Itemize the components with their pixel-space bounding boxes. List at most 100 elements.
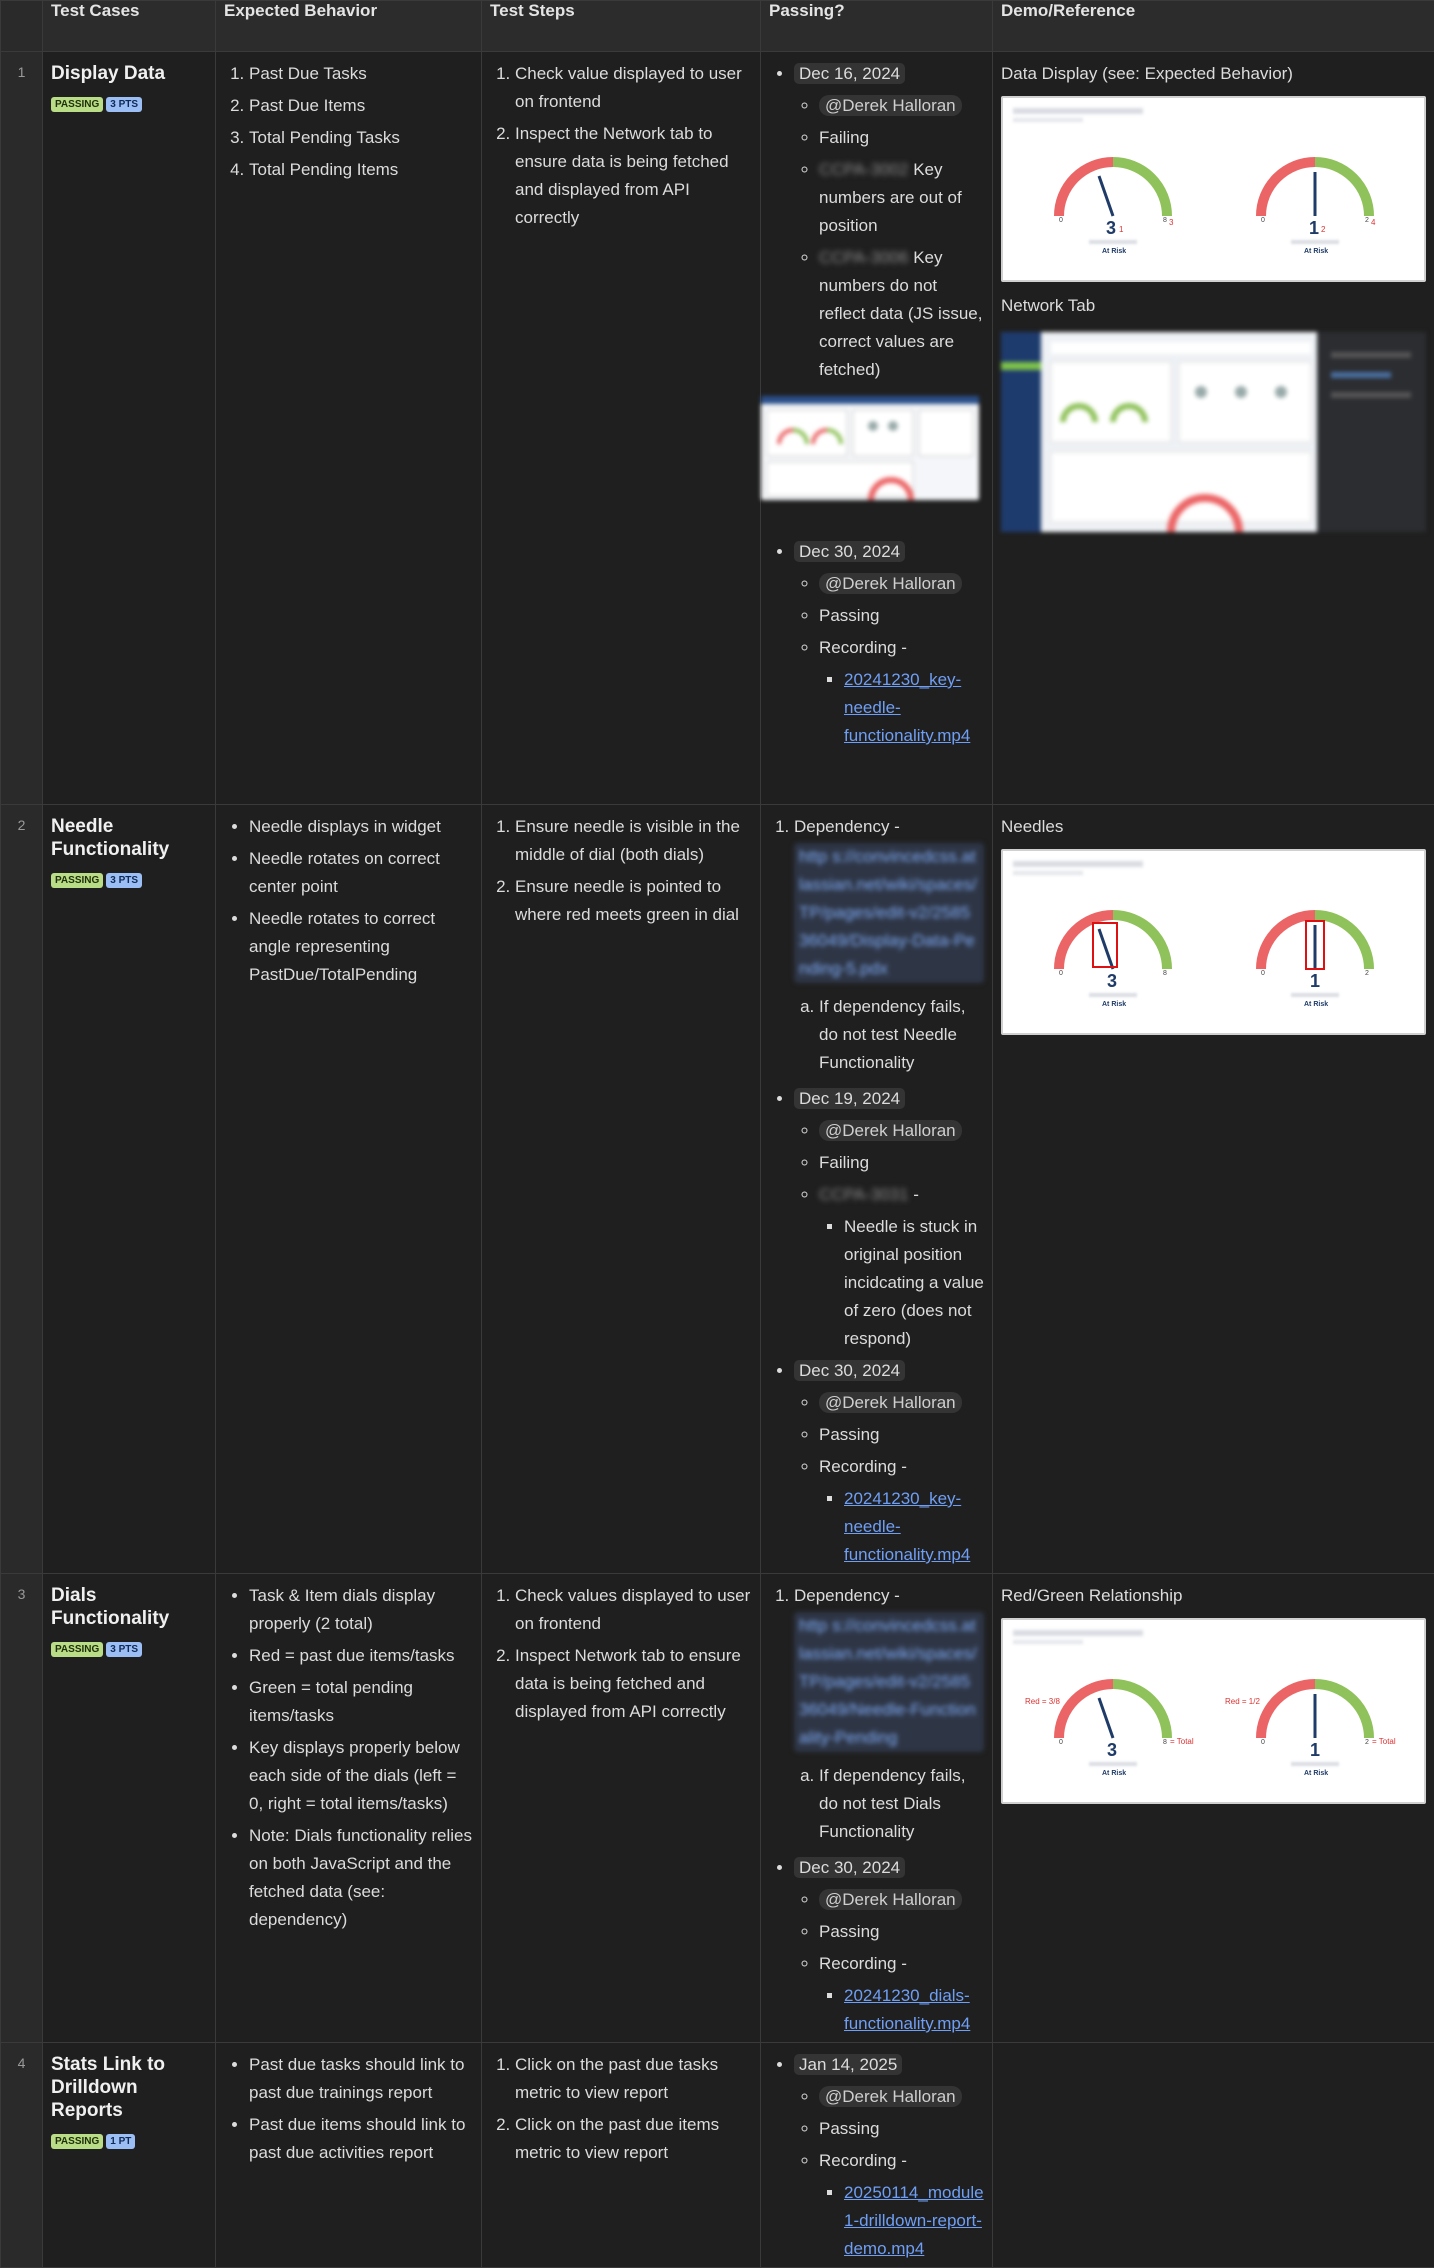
screenshot-thumbnail[interactable] — [761, 396, 979, 500]
gauge-left: 0 8 3 3 1 At Risk — [1059, 162, 1174, 255]
status-badge: PASSING — [51, 1642, 103, 1657]
list-item: Past Due Items — [249, 92, 473, 120]
header-expected-behavior[interactable]: Expected Behavior — [216, 1, 482, 52]
row-number: 4 — [1, 2043, 43, 2268]
gauge-right: 0 2 4 1 2 At Risk — [1261, 162, 1376, 255]
gauge-right: Red = 1/2 0 2 = Total 1 At Risk — [1225, 1684, 1396, 1777]
header-demo-reference[interactable]: Demo/Reference — [993, 1, 1434, 52]
gauge-min: 0 — [1261, 217, 1265, 224]
test-case-cell[interactable]: Stats Link to Drilldown Reports PASSING1… — [43, 2043, 216, 2268]
gauge-caption: At Risk — [1304, 1001, 1328, 1008]
issue-ref[interactable]: CCPA-3002 — [819, 156, 908, 184]
gauge-key: 2 — [1321, 225, 1326, 234]
passing-cell[interactable]: Dec 16, 2024 @Derek Halloran Failing CCP… — [761, 52, 993, 805]
list-item: Check value displayed to user on fronten… — [515, 60, 752, 116]
test-case-cell[interactable]: Needle Functionality PASSING3 PTS — [43, 805, 216, 1574]
status-text: Failing — [819, 124, 984, 152]
gauge-min: 0 — [1059, 217, 1063, 224]
user-mention[interactable]: @Derek Halloran — [819, 1889, 962, 1910]
demo-label: Needles — [1001, 813, 1426, 841]
issue-separator: - — [913, 1185, 919, 1204]
recording-link[interactable]: 20241230_dials-functionality.mp4 — [844, 1986, 970, 2033]
test-case-title: Needle Functionality — [51, 815, 207, 861]
table-row: 2 Needle Functionality PASSING3 PTS Need… — [1, 805, 1434, 1574]
passing-cell[interactable]: Dependency - http s://convincedcss.atlas… — [761, 1574, 993, 2043]
passing-cell[interactable]: Jan 14, 2025 @Derek Halloran Passing Rec… — [761, 2043, 993, 2268]
user-mention[interactable]: @Derek Halloran — [819, 2086, 962, 2107]
list-item: Click on the past due items metric to vi… — [515, 2111, 752, 2167]
recording-label: Recording - — [819, 1457, 907, 1476]
expected-behavior-cell[interactable]: Task & Item dials display properly (2 to… — [216, 1574, 482, 2043]
gauge-max: 2 — [1365, 217, 1369, 224]
gauge-value: 3 — [1106, 218, 1116, 238]
test-case-cell[interactable]: Dials Functionality PASSING3 PTS — [43, 1574, 216, 2043]
test-steps-cell[interactable]: Check value displayed to user on fronten… — [482, 52, 761, 805]
date-chip[interactable]: Dec 30, 2024 — [794, 541, 905, 562]
list-item: Total Pending Tasks — [249, 124, 473, 152]
header-test-cases[interactable]: Test Cases — [43, 1, 216, 52]
demo-label: Red/Green Relationship — [1001, 1582, 1426, 1610]
recording-label: Recording - — [819, 2151, 907, 2170]
recording-label: Recording - — [819, 638, 907, 657]
table-row: 1 Display Data PASSING3 PTS Past Due Tas… — [1, 52, 1434, 805]
dependency-link[interactable]: http s://convincedcss.atlassian.net/wiki… — [794, 843, 984, 983]
demo-reference-cell[interactable] — [993, 2043, 1434, 2268]
status-text: Passing — [819, 1421, 984, 1449]
demo-reference-cell[interactable]: Data Display (see: Expected Behavior) 0 … — [993, 52, 1434, 805]
gauge-max: 8 — [1163, 1739, 1167, 1746]
gauge-widget-image[interactable]: 0 8 3 3 1 At Risk 0 — [1001, 96, 1426, 282]
date-chip[interactable]: Dec 16, 2024 — [794, 63, 905, 84]
gauge-value: 3 — [1107, 1740, 1117, 1760]
header-test-steps[interactable]: Test Steps — [482, 1, 761, 52]
needle-widget-image[interactable]: 0 8 3 At Risk 0 2 — [1001, 849, 1426, 1035]
demo-reference-cell[interactable]: Red/Green Relationship Red = 3/8 0 8 = T — [993, 1574, 1434, 2043]
row-number: 2 — [1, 805, 43, 1574]
test-case-title: Display Data — [51, 62, 207, 85]
issue-ref[interactable]: CCPA-3006 — [819, 244, 908, 272]
user-mention[interactable]: @Derek Halloran — [819, 1120, 962, 1141]
gauge-max: 8 — [1163, 970, 1167, 977]
date-chip[interactable]: Dec 30, 2024 — [794, 1360, 905, 1381]
expected-behavior-cell[interactable]: Needle displays in widget Needle rotates… — [216, 805, 482, 1574]
points-badge: 3 PTS — [106, 1642, 142, 1657]
status-badge: PASSING — [51, 97, 103, 112]
recording-link[interactable]: 20250114_module1-drilldown-report-demo.m… — [844, 2183, 984, 2258]
test-steps-cell[interactable]: Ensure needle is visible in the middle o… — [482, 805, 761, 1574]
demo-reference-cell[interactable]: Needles 0 8 3 — [993, 805, 1434, 1574]
dials-widget-image[interactable]: Red = 3/8 0 8 = Total 3 At Risk — [1001, 1618, 1426, 1804]
status-text: Passing — [819, 2115, 984, 2143]
gauge-value: 1 — [1309, 218, 1319, 238]
expected-behavior-cell[interactable]: Past due tasks should link to past due t… — [216, 2043, 482, 2268]
gauge-max-key: 3 — [1169, 218, 1174, 227]
gauge-min: 0 — [1059, 970, 1063, 977]
list-item: Inspect Network tab to ensure data is be… — [515, 1642, 752, 1726]
gauge-caption: At Risk — [1102, 1770, 1126, 1777]
test-steps-cell[interactable]: Check values displayed to user on fronte… — [482, 1574, 761, 2043]
recording-link[interactable]: 20241230_key-needle-functionality.mp4 — [844, 1489, 970, 1564]
gauge-key: 1 — [1119, 225, 1124, 234]
gauge-caption: At Risk — [1102, 248, 1126, 255]
red-annotation: Red = 1/2 — [1225, 1697, 1260, 1706]
date-chip[interactable]: Dec 19, 2024 — [794, 1088, 905, 1109]
date-chip[interactable]: Jan 14, 2025 — [794, 2054, 902, 2075]
recording-link[interactable]: 20241230_key-needle-functionality.mp4 — [844, 670, 970, 745]
user-mention[interactable]: @Derek Halloran — [819, 1392, 962, 1413]
dependency-link[interactable]: http s://convincedcss.atlassian.net/wiki… — [794, 1612, 984, 1752]
gauge-min: 0 — [1261, 970, 1265, 977]
user-mention[interactable]: @Derek Halloran — [819, 573, 962, 594]
recording-label: Recording - — [819, 1954, 907, 1973]
network-tab-screenshot[interactable] — [1001, 332, 1426, 532]
expected-behavior-cell[interactable]: Past Due Tasks Past Due Items Total Pend… — [216, 52, 482, 805]
list-item: Total Pending Items — [249, 156, 473, 184]
user-mention[interactable]: @Derek Halloran — [819, 95, 962, 116]
date-chip[interactable]: Dec 30, 2024 — [794, 1857, 905, 1878]
test-case-cell[interactable]: Display Data PASSING3 PTS — [43, 52, 216, 805]
test-steps-cell[interactable]: Click on the past due tasks metric to vi… — [482, 2043, 761, 2268]
passing-cell[interactable]: Dependency - http s://convincedcss.atlas… — [761, 805, 993, 1574]
issue-ref[interactable]: CCPA-3031 — [819, 1181, 908, 1209]
list-item: Needle rotates to correct angle represen… — [249, 905, 473, 989]
gauge-max: 2 — [1365, 970, 1369, 977]
header-row: Test Cases Expected Behavior Test Steps … — [1, 1, 1434, 52]
row-number: 1 — [1, 52, 43, 805]
header-passing[interactable]: Passing? — [761, 1, 993, 52]
